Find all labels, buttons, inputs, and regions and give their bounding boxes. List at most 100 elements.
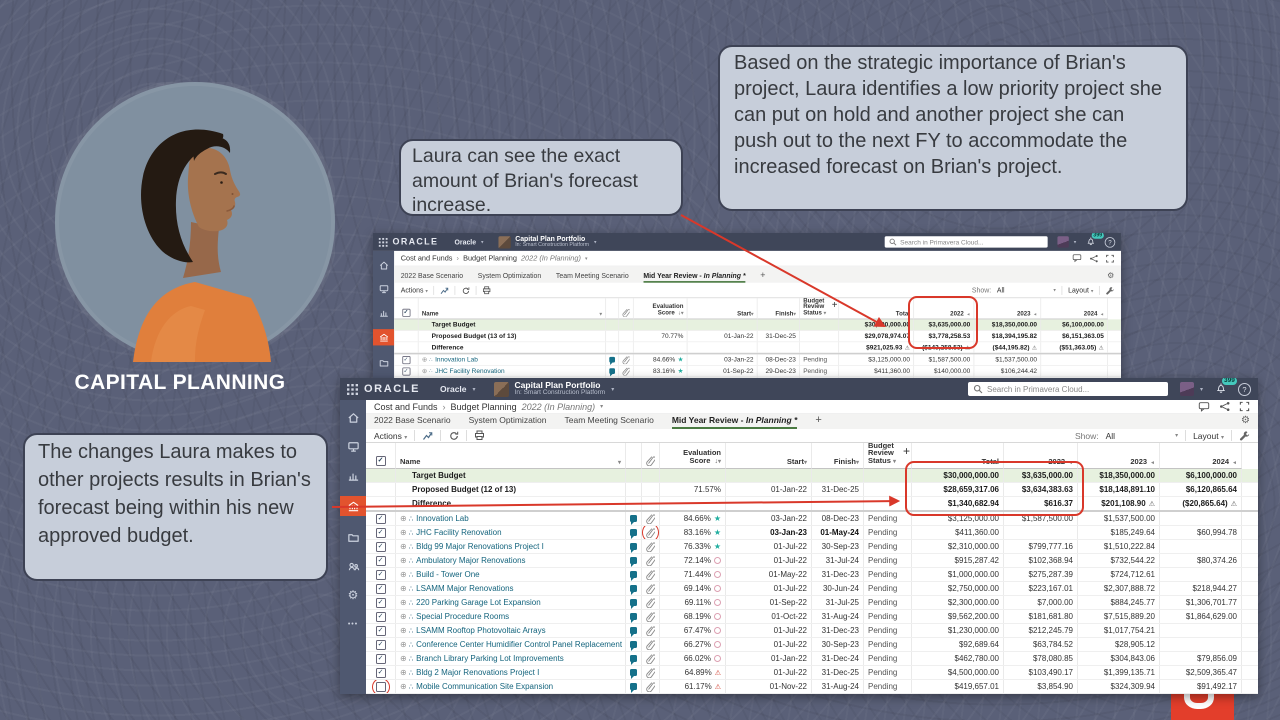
cell-total[interactable]: $462,780.00 <box>912 652 1004 665</box>
cell-finish[interactable]: 31-Dec-23 <box>812 624 864 637</box>
row-checkbox[interactable] <box>376 598 386 608</box>
target-budget-row[interactable]: Target Budget$30,000,000.00$3,635,000.00… <box>366 469 1258 483</box>
cell-total[interactable]: $4,500,000.00 <box>912 666 1004 679</box>
expand-row-icon[interactable]: ⊕ <box>422 367 427 374</box>
cell-clip[interactable] <box>642 610 660 623</box>
cell-finish[interactable]: 29-Dec-23 <box>758 366 800 377</box>
cell-start[interactable]: 01-Jul-22 <box>726 582 812 595</box>
cell-2024[interactable]: ($51,363.05)⚠ <box>1041 342 1108 353</box>
cell-start[interactable] <box>726 497 812 510</box>
comment-icon[interactable] <box>630 557 637 564</box>
cell-2023[interactable]: $185,249.64 <box>1078 526 1160 539</box>
user-avatar[interactable] <box>1057 236 1068 247</box>
cell-2023[interactable]: $18,350,000.00 <box>1078 469 1160 482</box>
cell-2022[interactable]: $1,587,500.00 <box>914 354 974 365</box>
column-header-y2022[interactable]: 2022◄ <box>914 298 974 319</box>
cell-2024[interactable]: $80,374.26 <box>1160 554 1242 567</box>
portfolio-switcher[interactable]: Capital Plan Portfolio In: Smart Constru… <box>515 236 589 249</box>
cell-score[interactable]: 76.33%★ <box>660 540 726 553</box>
cell-2023[interactable]: $1,017,754.21 <box>1078 624 1160 637</box>
cell-select[interactable] <box>366 497 396 510</box>
select-all-checkbox[interactable] <box>376 456 386 466</box>
column-header-start[interactable]: Start ▾ <box>726 443 812 469</box>
show-filter-dropdown[interactable]: All <box>997 286 1005 294</box>
cell-clip[interactable] <box>642 526 660 539</box>
search-input[interactable]: Search in Primavera Cloud... <box>885 236 1048 247</box>
row-checkbox[interactable] <box>376 612 386 622</box>
cell-2022[interactable]: $140,000.00 <box>914 366 974 377</box>
cell-clip[interactable] <box>619 366 634 377</box>
cell-2022[interactable]: $78,080.85 <box>1004 652 1078 665</box>
cell-start[interactable]: 01-Jul-22 <box>726 638 812 651</box>
cell-finish[interactable]: 08-Dec-23 <box>812 512 864 525</box>
tab-system-optimization[interactable]: System Optimization <box>469 415 547 429</box>
table-row[interactable]: ⊕∴220 Parking Garage Lot Expansion 69.11%… <box>366 596 1258 610</box>
cell-chat[interactable] <box>626 512 642 525</box>
sidebar-item-home[interactable] <box>340 409 366 425</box>
expand-row-icon[interactable]: ⊕ <box>400 626 407 635</box>
cell-select[interactable] <box>394 319 418 330</box>
cell-total[interactable]: $915,287.42 <box>912 554 1004 567</box>
cell-total[interactable]: $92,689.64 <box>912 638 1004 651</box>
cell-chat[interactable] <box>626 610 642 623</box>
expand-row-icon[interactable]: ⊕ <box>400 640 407 649</box>
share-button[interactable] <box>1219 401 1230 412</box>
cell-2022[interactable]: $212,245.79 <box>1004 624 1078 637</box>
cell-clip[interactable] <box>642 638 660 651</box>
cell-clip[interactable] <box>642 483 660 496</box>
comment-icon[interactable] <box>630 641 637 648</box>
column-header-clip[interactable] <box>642 443 660 469</box>
cell-total[interactable]: $9,562,200.00 <box>912 610 1004 623</box>
comments-button[interactable] <box>1072 253 1082 263</box>
cell-score[interactable] <box>660 469 726 482</box>
refresh-button[interactable] <box>448 430 459 441</box>
sidebar-item-workspaces[interactable] <box>373 282 394 295</box>
cell-2024[interactable]: $79,856.09 <box>1160 652 1242 665</box>
portfolio-switcher[interactable]: Capital Plan Portfolio In: Smart Constru… <box>515 381 606 397</box>
cell-chat[interactable] <box>626 652 642 665</box>
comments-button[interactable] <box>1198 401 1210 413</box>
cell-2022[interactable]: $3,634,383.63 <box>1004 483 1078 496</box>
expand-row-icon[interactable]: ⊕ <box>400 668 407 677</box>
cell-chat[interactable] <box>626 638 642 651</box>
cell-score[interactable]: 67.47% <box>660 624 726 637</box>
column-header-name[interactable]: Name▾ <box>419 298 606 319</box>
cell-2024[interactable]: ($20,865.64)⚠ <box>1160 497 1242 510</box>
cell-2023[interactable]: $28,905.12 <box>1078 638 1160 651</box>
cell-status[interactable]: Pending <box>864 610 912 623</box>
cell-total[interactable]: $2,750,000.00 <box>912 582 1004 595</box>
column-header-total[interactable]: Total <box>912 443 1004 469</box>
table-row[interactable]: ⊕∴Innovation Lab84.66%★03-Jan-2208-Dec-2… <box>366 512 1258 526</box>
comment-icon[interactable] <box>630 627 637 634</box>
actions-menu[interactable]: Actions ▾ <box>401 286 428 294</box>
sidebar-item-home[interactable] <box>373 258 394 271</box>
table-row[interactable]: ⊕∴JHC Facility Renovation83.16%★01-Sep-2… <box>394 366 1121 377</box>
cell-finish[interactable]: 08-Dec-23 <box>758 354 800 365</box>
cell-status[interactable] <box>864 469 912 482</box>
context-switcher[interactable]: Oracle <box>440 384 466 394</box>
cell-score[interactable]: 84.66%★ <box>660 512 726 525</box>
cell-start[interactable] <box>688 319 758 330</box>
cell-2024[interactable] <box>1041 366 1108 377</box>
cell-chat[interactable] <box>606 331 619 342</box>
plan-status-dropdown[interactable]: 2022 (In Planning) <box>521 254 581 262</box>
cell-select[interactable] <box>366 526 396 539</box>
cell-2023[interactable]: $884,245.77 <box>1078 596 1160 609</box>
cell-project-name[interactable]: ⊕∴220 Parking Garage Lot Expansion <box>396 596 626 609</box>
cell-chat[interactable] <box>626 680 642 693</box>
cell-start[interactable] <box>688 342 758 353</box>
cell-score[interactable] <box>660 497 726 510</box>
add-scenario-button[interactable]: + <box>815 414 821 429</box>
cell-finish[interactable]: 31-Dec-24 <box>812 652 864 665</box>
cell-select[interactable] <box>366 554 396 567</box>
cell-start[interactable]: 01-Jan-22 <box>726 652 812 665</box>
cell-finish[interactable]: 30-Sep-23 <box>812 540 864 553</box>
cell-score[interactable]: 69.11% <box>660 596 726 609</box>
cell-2024[interactable]: $91,492.17 <box>1160 680 1242 693</box>
cell-total[interactable]: $1,000,000.00 <box>912 568 1004 581</box>
cell-score[interactable]: 72.14% <box>660 554 726 567</box>
column-header-score[interactable]: EvaluationScore ↓▾ <box>634 298 688 319</box>
wrench-icon[interactable] <box>1239 430 1250 441</box>
sidebar-item-projects[interactable] <box>340 529 366 545</box>
comment-icon[interactable] <box>630 585 637 592</box>
